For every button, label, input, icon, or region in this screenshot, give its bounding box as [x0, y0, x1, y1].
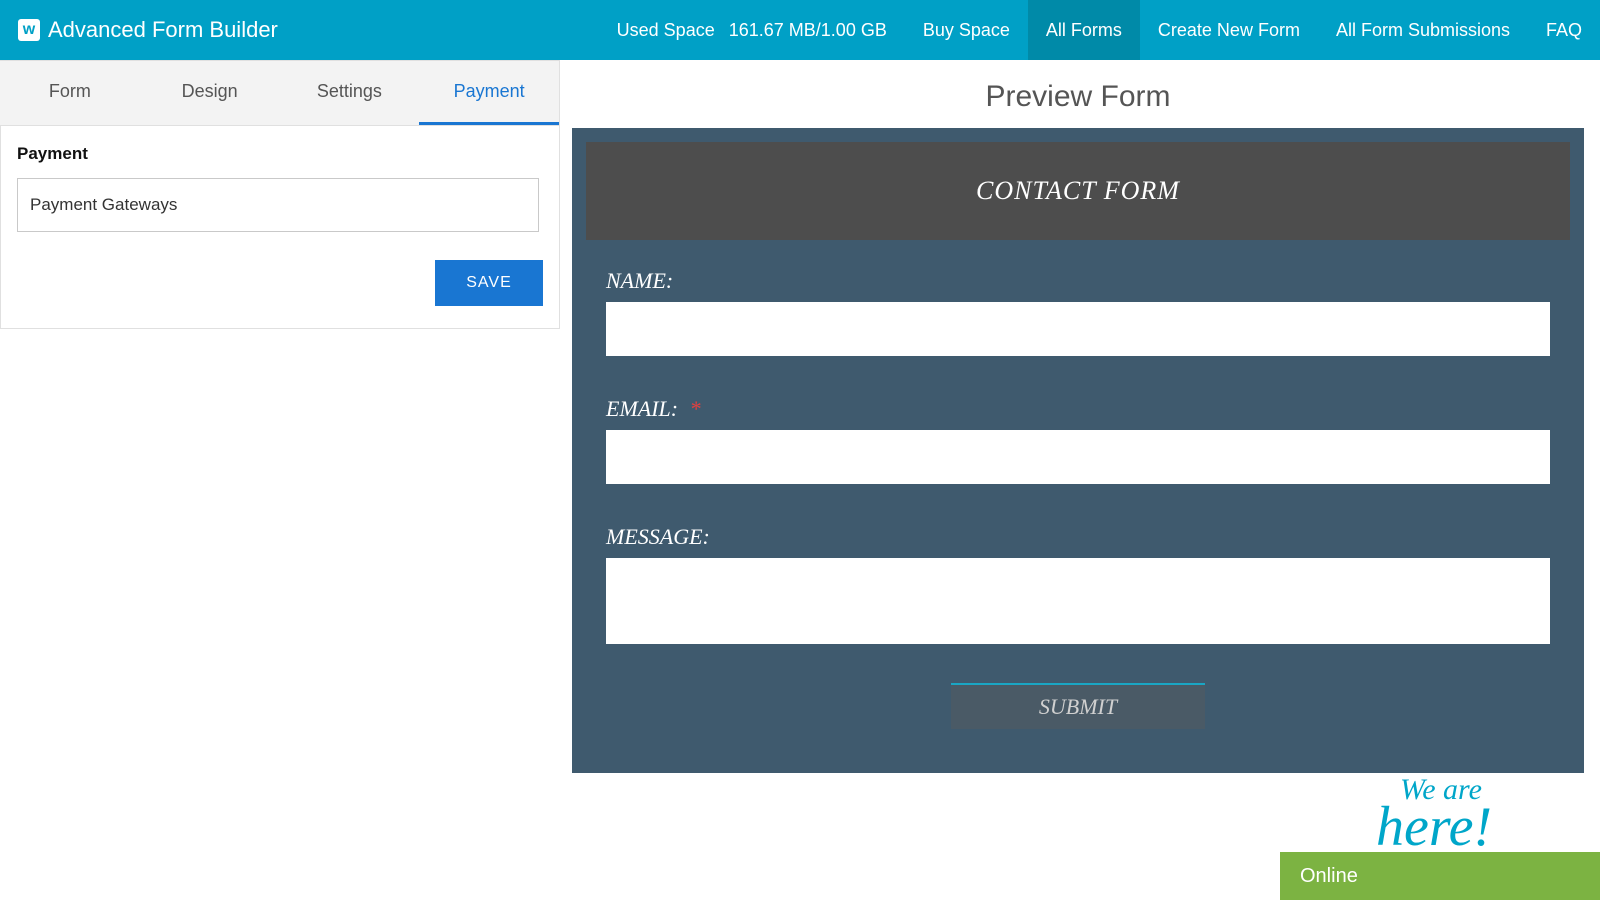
email-input[interactable] — [606, 430, 1550, 484]
panel-title: Payment — [17, 144, 543, 164]
nav-all-forms[interactable]: All Forms — [1028, 0, 1140, 60]
payment-gateways-select[interactable]: Payment Gateways — [17, 178, 539, 232]
name-label: NAME: — [606, 268, 1550, 294]
save-button[interactable]: SAVE — [435, 260, 543, 306]
submit-button[interactable]: SUBMIT — [951, 683, 1205, 729]
tab-form[interactable]: Form — [0, 61, 140, 125]
tab-payment[interactable]: Payment — [419, 61, 559, 125]
brand: w Advanced Form Builder — [0, 17, 278, 43]
nav-create-new-form[interactable]: Create New Form — [1140, 0, 1318, 60]
body-row: Form Design Settings Payment Payment Pay… — [0, 60, 1600, 773]
top-nav: Used Space 161.67 MB/1.00 GB Buy Space A… — [599, 0, 1600, 60]
preview-heading: Preview Form — [572, 80, 1584, 114]
we-are-here-icon: We are here! — [1280, 765, 1600, 858]
message-input[interactable] — [606, 558, 1550, 644]
form-body: NAME: EMAIL: * MESSAGE: SUBMIT — [586, 240, 1570, 759]
top-bar: w Advanced Form Builder Used Space 161.6… — [0, 0, 1600, 60]
chat-widget: We are here! Online — [1280, 765, 1600, 900]
preview-frame: CONTACT FORM NAME: EMAIL: * MESSAGE: SUB… — [572, 128, 1584, 773]
payment-panel: Payment Payment Gateways SAVE — [0, 126, 560, 329]
name-input[interactable] — [606, 302, 1550, 356]
brand-icon: w — [18, 19, 40, 41]
here-text: here! — [1376, 796, 1492, 855]
nav-used-space: Used Space 161.67 MB/1.00 GB — [599, 0, 905, 60]
nav-all-submissions[interactable]: All Form Submissions — [1318, 0, 1528, 60]
chat-status-text: Online — [1300, 865, 1358, 888]
email-label: EMAIL: * — [606, 396, 1550, 422]
nav-faq[interactable]: FAQ — [1528, 0, 1600, 60]
form-title: CONTACT FORM — [586, 142, 1570, 240]
required-mark: * — [690, 396, 701, 421]
nav-buy-space[interactable]: Buy Space — [905, 0, 1028, 60]
left-column: Form Design Settings Payment Payment Pay… — [0, 60, 560, 329]
tab-settings[interactable]: Settings — [280, 61, 420, 125]
chat-status-bar[interactable]: Online — [1280, 852, 1600, 900]
preview-inner: CONTACT FORM NAME: EMAIL: * MESSAGE: SUB… — [586, 142, 1570, 759]
message-label: MESSAGE: — [606, 524, 1550, 550]
used-space-value: 161.67 MB/1.00 GB — [729, 20, 887, 41]
editor-tabs: Form Design Settings Payment — [0, 60, 560, 126]
right-column: Preview Form CONTACT FORM NAME: EMAIL: *… — [560, 60, 1600, 773]
brand-title: Advanced Form Builder — [48, 17, 278, 43]
email-label-text: EMAIL: — [606, 396, 678, 421]
tab-design[interactable]: Design — [140, 61, 280, 125]
used-space-label: Used Space — [617, 20, 719, 41]
